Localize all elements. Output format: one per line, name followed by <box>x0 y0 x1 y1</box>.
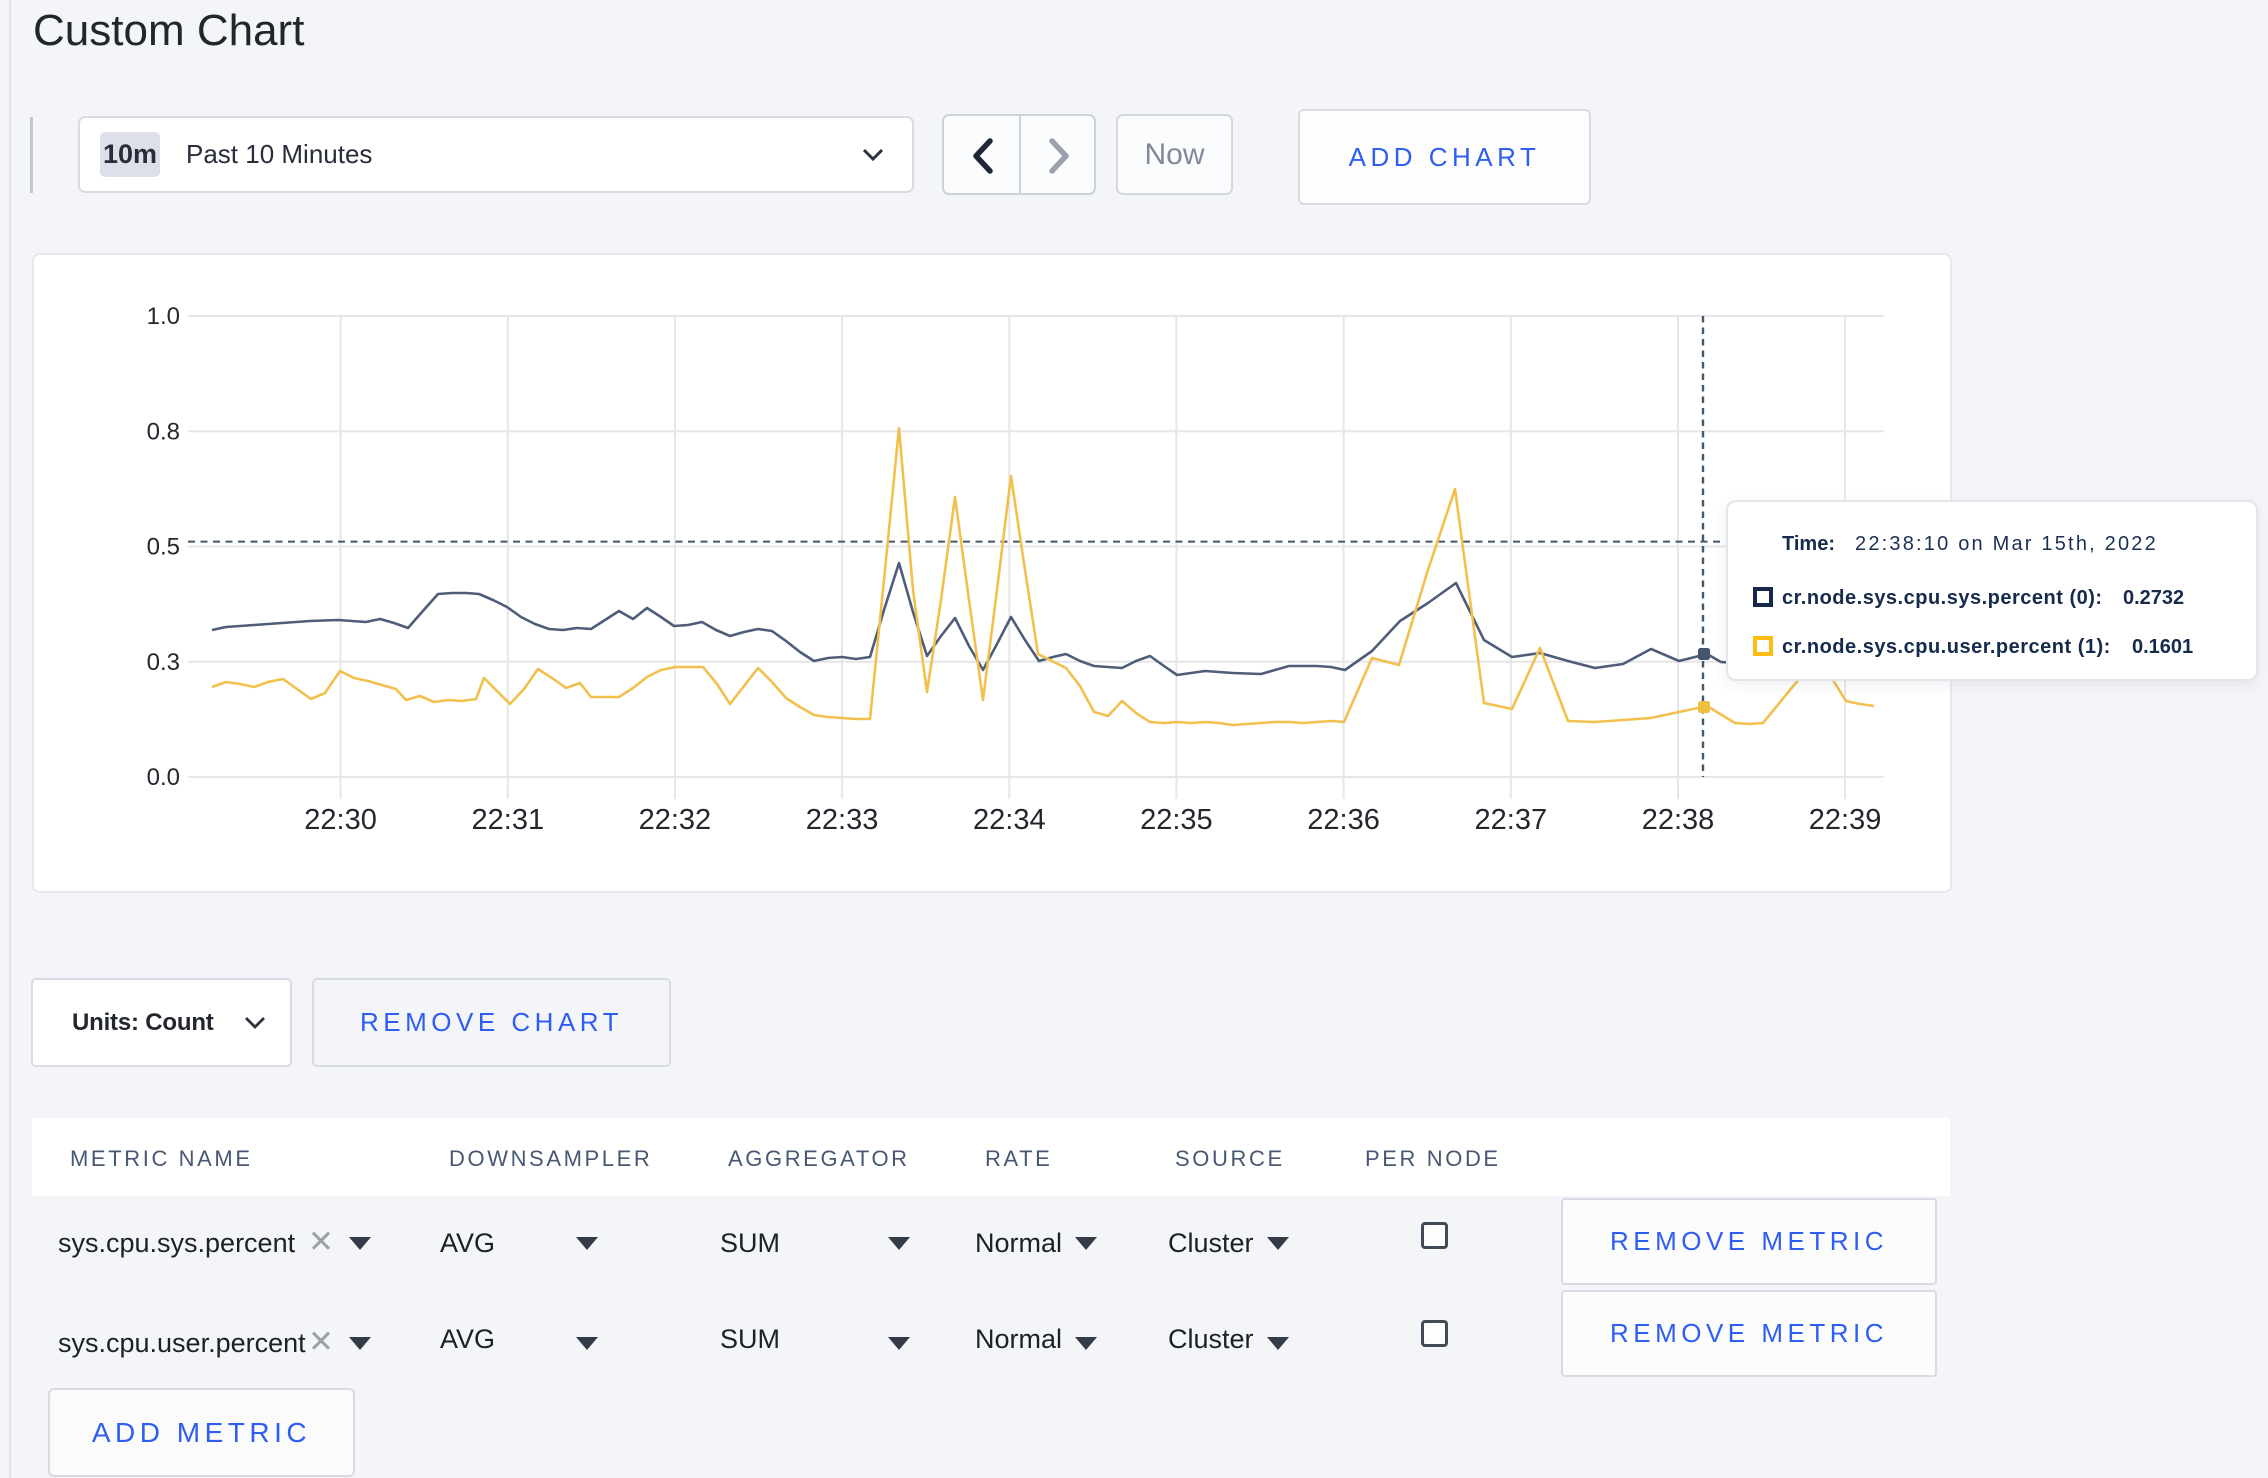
svg-text:22:37: 22:37 <box>1475 804 1548 836</box>
svg-text:1.0: 1.0 <box>147 303 180 330</box>
svg-text:0.3: 0.3 <box>147 649 180 676</box>
svg-text:22:39: 22:39 <box>1809 804 1882 836</box>
svg-text:22:38: 22:38 <box>1642 804 1715 836</box>
svg-text:0.5: 0.5 <box>147 534 180 561</box>
svg-text:0.8: 0.8 <box>147 418 180 445</box>
svg-text:22:35: 22:35 <box>1140 804 1213 836</box>
svg-text:22:36: 22:36 <box>1307 804 1380 836</box>
svg-text:0.0: 0.0 <box>147 764 180 791</box>
svg-text:22:32: 22:32 <box>639 804 712 836</box>
svg-text:22:33: 22:33 <box>806 804 879 836</box>
svg-text:22:31: 22:31 <box>472 804 545 836</box>
svg-text:22:34: 22:34 <box>973 804 1046 836</box>
svg-text:22:30: 22:30 <box>304 804 377 836</box>
